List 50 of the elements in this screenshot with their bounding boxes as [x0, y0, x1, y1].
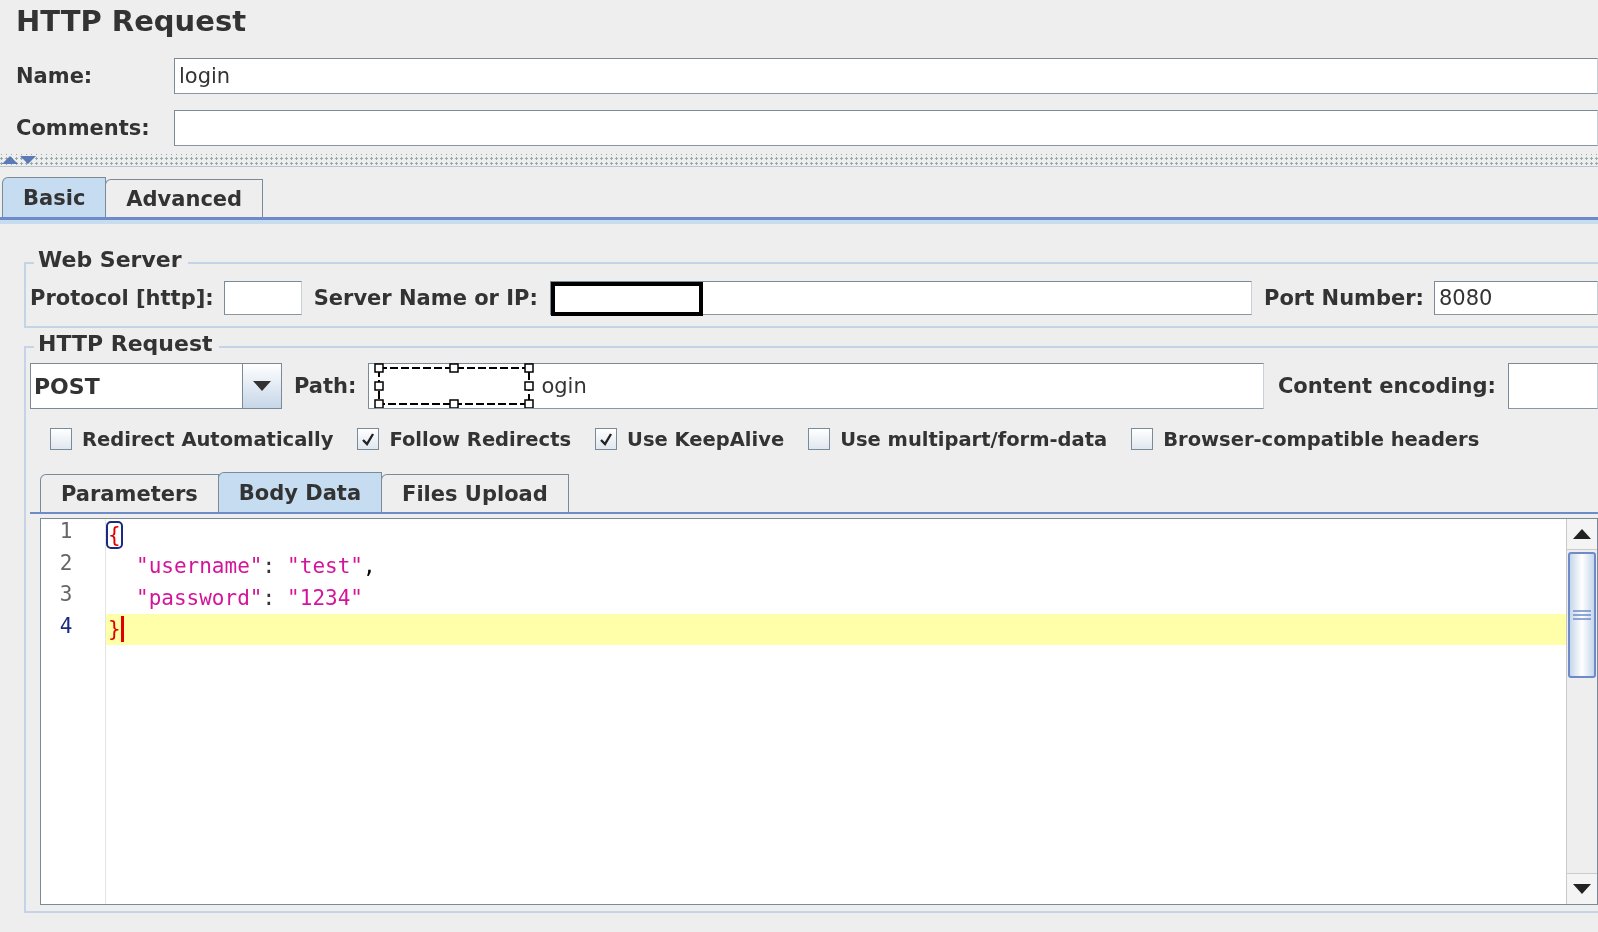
tab[interactable]: Body Data: [217, 472, 383, 512]
server-label: Server Name or IP:: [313, 286, 538, 310]
port-field[interactable]: 8080: [1434, 281, 1598, 315]
encoding-label: Content encoding:: [1277, 374, 1496, 398]
scrollbar[interactable]: [1566, 519, 1597, 904]
panel-title: HTTP Request: [15, 3, 248, 40]
line-number: 4: [58, 613, 74, 640]
expand-down-icon[interactable]: [20, 156, 36, 164]
option-checkbox[interactable]: Use multipart/form-data: [808, 427, 1108, 451]
scroll-up-icon[interactable]: [1573, 529, 1591, 539]
code-token: {: [108, 522, 121, 547]
code-token: }: [108, 617, 121, 642]
collapse-up-icon[interactable]: [2, 156, 18, 164]
code-token: :: [262, 554, 276, 579]
text-caret: [120, 616, 124, 643]
line-number: 1: [58, 519, 74, 545]
port-label: Port Number:: [1264, 286, 1424, 310]
tab[interactable]: Advanced: [105, 179, 264, 217]
path-label: Path:: [294, 374, 357, 398]
code-token: "test": [287, 554, 363, 579]
caret-icon: [253, 381, 271, 391]
code-token: :: [262, 585, 276, 610]
code-token: "1234": [287, 585, 363, 610]
option-checkbox[interactable]: Follow Redirects: [357, 427, 572, 451]
checkmark-icon: [361, 432, 376, 446]
option-checkbox[interactable]: Browser-compatible headers: [1131, 427, 1480, 451]
option-checkbox[interactable]: Redirect Automatically: [50, 427, 334, 451]
line-number: 3: [58, 582, 74, 608]
server-field[interactable]: [549, 281, 1253, 315]
protocol-field[interactable]: [223, 281, 302, 315]
line-number: 2: [58, 550, 74, 577]
tab[interactable]: Parameters: [40, 474, 219, 512]
path-field[interactable]: ogin: [368, 363, 1264, 409]
code-token: ,: [362, 554, 376, 579]
encoding-field[interactable]: [1508, 363, 1598, 409]
protocol-label: Protocol [http]:: [30, 286, 214, 310]
grip-icon: [1573, 610, 1591, 620]
comments-field[interactable]: [174, 110, 1598, 146]
checkmark-icon: [599, 432, 614, 446]
method-dropdown[interactable]: POST: [30, 363, 282, 409]
comments-label: Comments:: [15, 116, 151, 140]
code-token: "username": [136, 554, 263, 579]
tab[interactable]: Files Upload: [381, 474, 569, 512]
name-field[interactable]: login: [174, 58, 1598, 94]
scroll-down-icon[interactable]: [1573, 884, 1591, 894]
code-token: "password": [136, 585, 263, 610]
code-editor[interactable]: 1 2 3 4 { "username": "test", "password": "1234" }: [40, 518, 1598, 905]
option-checkbox[interactable]: Use KeepAlive: [595, 427, 785, 451]
tab[interactable]: Basic: [2, 177, 107, 217]
name-label: Name:: [15, 64, 94, 88]
